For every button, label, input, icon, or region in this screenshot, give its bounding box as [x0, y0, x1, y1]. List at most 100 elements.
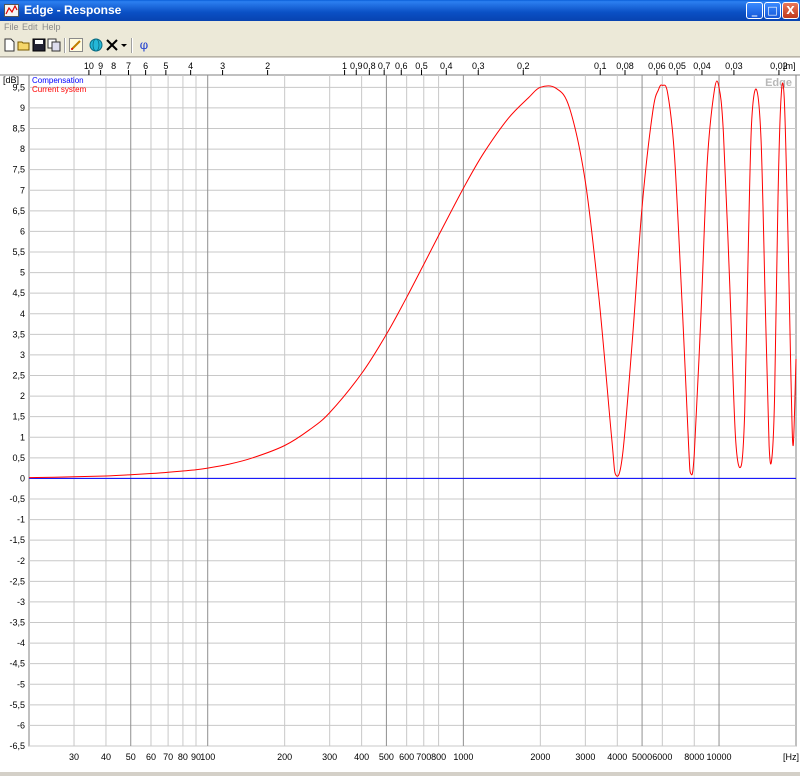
- y-tick-label: 0,5: [12, 453, 25, 463]
- top-tick-label: 3: [220, 61, 225, 71]
- x-tick-label: 60: [146, 752, 156, 762]
- x-tick-label: 300: [322, 752, 337, 762]
- y-tick-label: -3: [17, 597, 25, 607]
- minimize-button[interactable]: _: [746, 2, 763, 19]
- y-tick-label: 7: [20, 185, 25, 195]
- x-tick-label: 40: [101, 752, 111, 762]
- top-tick-label: 4: [188, 61, 193, 71]
- y-tick-label: 6: [20, 226, 25, 236]
- cross-icon[interactable]: [105, 38, 119, 52]
- close-button[interactable]: X: [782, 2, 799, 19]
- top-tick-label: 0,6: [395, 61, 408, 71]
- menu-help[interactable]: Help: [42, 22, 61, 32]
- copy-icon[interactable]: [47, 38, 61, 52]
- y-tick-label: -5: [17, 679, 25, 689]
- x-tick-label: 100: [200, 752, 215, 762]
- top-tick-label: 0,05: [668, 61, 686, 71]
- toolbar-separator: [131, 38, 133, 53]
- y-tick-label: 8,5: [12, 124, 25, 134]
- y-tick-label: 8: [20, 144, 25, 154]
- top-tick-label: 6: [143, 61, 148, 71]
- y-tick-label: 2: [20, 391, 25, 401]
- y-unit-label: [dB]: [3, 75, 19, 85]
- title-bar[interactable]: Edge - Response _ □ X: [0, 0, 800, 21]
- top-tick-label: 1: [342, 61, 347, 71]
- menu-edit[interactable]: Edit: [22, 22, 38, 32]
- top-tick-label: 0,06: [648, 61, 666, 71]
- x-tick-label: 500: [379, 752, 394, 762]
- open-folder-icon[interactable]: [17, 38, 31, 52]
- y-tick-label: -6,5: [9, 741, 25, 751]
- x-tick-label: 3000: [575, 752, 595, 762]
- y-tick-label: -3,5: [9, 618, 25, 628]
- top-tick-label: 9: [98, 61, 103, 71]
- legend-current-system: Current system: [32, 85, 87, 94]
- top-unit-label: [m]: [783, 61, 796, 71]
- menu-file[interactable]: File: [4, 22, 19, 32]
- y-tick-label: -5,5: [9, 700, 25, 710]
- y-tick-label: -2: [17, 556, 25, 566]
- y-tick-label: 0: [20, 473, 25, 483]
- y-tick-label: 7,5: [12, 165, 25, 175]
- new-file-icon[interactable]: [2, 38, 16, 52]
- x-tick-label: 800: [431, 752, 446, 762]
- save-icon[interactable]: [32, 38, 46, 52]
- x-tick-label: 6000: [652, 752, 672, 762]
- x-tick-label: 80: [178, 752, 188, 762]
- top-tick-label: 8: [111, 61, 116, 71]
- top-tick-label: 5: [163, 61, 168, 71]
- y-tick-label: 9: [20, 103, 25, 113]
- top-tick-label: 0,04: [693, 61, 711, 71]
- window-title: Edge - Response: [24, 3, 122, 17]
- y-tick-label: 5: [20, 268, 25, 278]
- top-tick-label: 0,08: [616, 61, 634, 71]
- top-tick-label: 7: [126, 61, 131, 71]
- y-tick-label: 1: [20, 432, 25, 442]
- y-tick-label: 1,5: [12, 412, 25, 422]
- plot-area: -6,5 -6 -5,5 -5 -4,5 -4 -3,5 -3 -2,5 -2 -1,5 -1 -0,5…: [0, 58, 800, 772]
- top-tick-label: 0,1: [594, 61, 607, 71]
- globe-icon[interactable]: [89, 38, 103, 52]
- x-tick-label: 10000: [707, 752, 732, 762]
- y-tick-label: 4: [20, 309, 25, 319]
- y-tick-label: -2,5: [9, 576, 25, 586]
- y-tick-label: 3,5: [12, 329, 25, 339]
- top-tick-label: 0,03: [725, 61, 743, 71]
- y-tick-label: 6,5: [12, 206, 25, 216]
- x-tick-label: 1000: [453, 752, 473, 762]
- y-tick-label: 5,5: [12, 247, 25, 257]
- x-tick-label: 70: [163, 752, 173, 762]
- top-tick-label: 0,9: [350, 61, 363, 71]
- dropdown-arrow-icon[interactable]: [120, 38, 128, 52]
- top-tick-label: 0,5: [415, 61, 428, 71]
- phi-icon[interactable]: φ: [137, 38, 151, 52]
- top-tick-label: 0,8: [363, 61, 376, 71]
- x-unit-label: [Hz]: [783, 752, 799, 762]
- y-tick-label: -4: [17, 638, 25, 648]
- x-tick-label: 50: [126, 752, 136, 762]
- y-tick-label: -4,5: [9, 659, 25, 669]
- x-tick-label: 200: [277, 752, 292, 762]
- x-tick-label: 2000: [530, 752, 550, 762]
- top-tick-label: 0,7: [378, 61, 391, 71]
- frequency-response-chart[interactable]: -6,5 -6 -5,5 -5 -4,5 -4 -3,5 -3 -2,5 -2 -1,5 -1 -0,5…: [0, 58, 800, 772]
- x-tick-label: 700: [416, 752, 431, 762]
- x-tick-label: 30: [69, 752, 79, 762]
- x-tick-label: 600: [399, 752, 414, 762]
- pencil-icon[interactable]: [69, 38, 83, 52]
- y-tick-label: 2,5: [12, 371, 25, 381]
- top-tick-label: 10: [84, 61, 94, 71]
- top-tick-label: 0,4: [440, 61, 453, 71]
- toolbar-separator: [64, 38, 66, 53]
- app-icon: [4, 4, 19, 17]
- top-tick-label: 0,2: [517, 61, 530, 71]
- plot-frame: [28, 74, 797, 747]
- legend-compensation: Compensation: [32, 76, 84, 85]
- y-tick-label: -0,5: [9, 494, 25, 504]
- y-tick-label: 4,5: [12, 288, 25, 298]
- y-tick-label: -6: [17, 720, 25, 730]
- maximize-button[interactable]: □: [764, 2, 781, 19]
- watermark: Edge: [765, 77, 792, 89]
- y-tick-label: 3: [20, 350, 25, 360]
- x-tick-label: 400: [354, 752, 369, 762]
